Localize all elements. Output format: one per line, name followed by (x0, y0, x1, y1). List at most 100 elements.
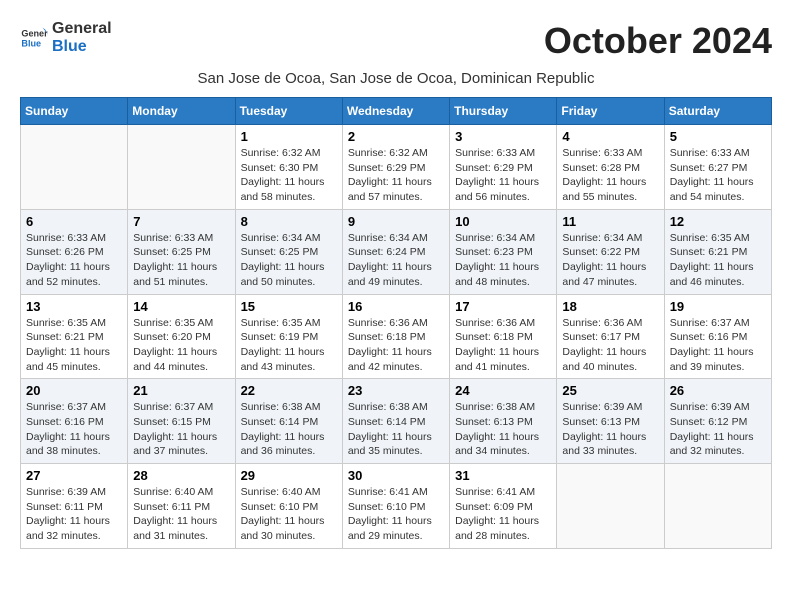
weekday-header: Tuesday (235, 98, 342, 125)
day-number: 29 (241, 468, 337, 483)
month-title: October 2024 (544, 20, 772, 62)
calendar-cell: 18 Sunrise: 6:36 AM Sunset: 6:17 PM Dayli… (557, 294, 664, 379)
cell-info: Sunrise: 6:41 AM Sunset: 6:10 PM Dayligh… (348, 485, 444, 544)
calendar-cell: 22 Sunrise: 6:38 AM Sunset: 6:14 PM Dayli… (235, 379, 342, 464)
day-number: 27 (26, 468, 122, 483)
calendar-cell: 30 Sunrise: 6:41 AM Sunset: 6:10 PM Dayli… (342, 464, 449, 549)
weekday-header: Thursday (450, 98, 557, 125)
calendar-cell: 7 Sunrise: 6:33 AM Sunset: 6:25 PM Daylig… (128, 209, 235, 294)
calendar-cell: 26 Sunrise: 6:39 AM Sunset: 6:12 PM Dayli… (664, 379, 771, 464)
cell-info: Sunrise: 6:39 AM Sunset: 6:11 PM Dayligh… (26, 485, 122, 544)
day-number: 18 (562, 299, 658, 314)
calendar-body: 1Sunrise: 6:32 AM Sunset: 6:30 PM Daylig… (21, 125, 772, 549)
day-number: 12 (670, 214, 766, 229)
weekday-header: Monday (128, 98, 235, 125)
day-number: 4 (562, 129, 658, 144)
calendar-cell: 19Sunrise: 6:37 AM Sunset: 6:16 PM Dayli… (664, 294, 771, 379)
svg-text:Blue: Blue (21, 38, 41, 48)
cell-info: Sunrise: 6:37 AM Sunset: 6:16 PM Dayligh… (26, 400, 122, 459)
calendar-cell: 11 Sunrise: 6:34 AM Sunset: 6:22 PM Dayli… (557, 209, 664, 294)
cell-info: Sunrise: 6:33 AM Sunset: 6:28 PM Dayligh… (562, 146, 658, 205)
calendar-week-row: 20 Sunrise: 6:37 AM Sunset: 6:16 PM Dayli… (21, 379, 772, 464)
calendar-cell: 12 Sunrise: 6:35 AM Sunset: 6:21 PM Dayli… (664, 209, 771, 294)
calendar-cell (557, 464, 664, 549)
weekday-header-row: SundayMondayTuesdayWednesdayThursdayFrid… (21, 98, 772, 125)
day-number: 6 (26, 214, 122, 229)
day-number: 22 (241, 383, 337, 398)
cell-info: Sunrise: 6:40 AM Sunset: 6:11 PM Dayligh… (133, 485, 229, 544)
cell-info: Sunrise: 6:34 AM Sunset: 6:22 PM Dayligh… (562, 231, 658, 290)
cell-info: Sunrise: 6:37 AM Sunset: 6:15 PM Dayligh… (133, 400, 229, 459)
cell-info: Sunrise: 6:36 AM Sunset: 6:17 PM Dayligh… (562, 316, 658, 375)
day-number: 16 (348, 299, 444, 314)
day-number: 11 (562, 214, 658, 229)
calendar-cell: 25Sunrise: 6:39 AM Sunset: 6:13 PM Dayli… (557, 379, 664, 464)
day-number: 9 (348, 214, 444, 229)
svg-text:General: General (21, 29, 48, 39)
day-number: 20 (26, 383, 122, 398)
calendar-week-row: 13Sunrise: 6:35 AM Sunset: 6:21 PM Dayli… (21, 294, 772, 379)
calendar-cell: 23Sunrise: 6:38 AM Sunset: 6:14 PM Dayli… (342, 379, 449, 464)
calendar-cell: 16Sunrise: 6:36 AM Sunset: 6:18 PM Dayli… (342, 294, 449, 379)
calendar-cell: 28Sunrise: 6:40 AM Sunset: 6:11 PM Dayli… (128, 464, 235, 549)
cell-info: Sunrise: 6:33 AM Sunset: 6:27 PM Dayligh… (670, 146, 766, 205)
cell-info: Sunrise: 6:34 AM Sunset: 6:24 PM Dayligh… (348, 231, 444, 290)
calendar-cell: 9 Sunrise: 6:34 AM Sunset: 6:24 PM Daylig… (342, 209, 449, 294)
calendar-week-row: 1Sunrise: 6:32 AM Sunset: 6:30 PM Daylig… (21, 125, 772, 210)
calendar-week-row: 27 Sunrise: 6:39 AM Sunset: 6:11 PM Dayli… (21, 464, 772, 549)
cell-info: Sunrise: 6:34 AM Sunset: 6:25 PM Dayligh… (241, 231, 337, 290)
calendar-cell: 5 Sunrise: 6:33 AM Sunset: 6:27 PM Daylig… (664, 125, 771, 210)
cell-info: Sunrise: 6:35 AM Sunset: 6:21 PM Dayligh… (670, 231, 766, 290)
day-number: 21 (133, 383, 229, 398)
day-number: 7 (133, 214, 229, 229)
day-number: 24 (455, 383, 551, 398)
day-number: 5 (670, 129, 766, 144)
day-number: 14 (133, 299, 229, 314)
calendar-cell: 31 Sunrise: 6:41 AM Sunset: 6:09 PM Dayli… (450, 464, 557, 549)
weekday-header: Sunday (21, 98, 128, 125)
logo-icon: General Blue (20, 24, 48, 52)
calendar-cell: 17Sunrise: 6:36 AM Sunset: 6:18 PM Dayli… (450, 294, 557, 379)
day-number: 15 (241, 299, 337, 314)
cell-info: Sunrise: 6:35 AM Sunset: 6:20 PM Dayligh… (133, 316, 229, 375)
page-header: General Blue General Blue October 2024 (20, 20, 772, 62)
day-number: 19 (670, 299, 766, 314)
cell-info: Sunrise: 6:38 AM Sunset: 6:13 PM Dayligh… (455, 400, 551, 459)
calendar-cell: 8 Sunrise: 6:34 AM Sunset: 6:25 PM Daylig… (235, 209, 342, 294)
day-number: 26 (670, 383, 766, 398)
cell-info: Sunrise: 6:32 AM Sunset: 6:29 PM Dayligh… (348, 146, 444, 205)
cell-info: Sunrise: 6:40 AM Sunset: 6:10 PM Dayligh… (241, 485, 337, 544)
weekday-header: Saturday (664, 98, 771, 125)
logo: General Blue General Blue (20, 20, 112, 56)
cell-info: Sunrise: 6:38 AM Sunset: 6:14 PM Dayligh… (241, 400, 337, 459)
day-number: 3 (455, 129, 551, 144)
calendar-cell: 24 Sunrise: 6:38 AM Sunset: 6:13 PM Dayli… (450, 379, 557, 464)
day-number: 8 (241, 214, 337, 229)
day-number: 31 (455, 468, 551, 483)
cell-info: Sunrise: 6:35 AM Sunset: 6:21 PM Dayligh… (26, 316, 122, 375)
calendar-cell: 27 Sunrise: 6:39 AM Sunset: 6:11 PM Dayli… (21, 464, 128, 549)
calendar-week-row: 6Sunrise: 6:33 AM Sunset: 6:26 PM Daylig… (21, 209, 772, 294)
calendar-cell: 2 Sunrise: 6:32 AM Sunset: 6:29 PM Daylig… (342, 125, 449, 210)
weekday-header: Wednesday (342, 98, 449, 125)
cell-info: Sunrise: 6:35 AM Sunset: 6:19 PM Dayligh… (241, 316, 337, 375)
calendar-table: SundayMondayTuesdayWednesdayThursdayFrid… (20, 97, 772, 549)
day-number: 23 (348, 383, 444, 398)
calendar-cell: 29 Sunrise: 6:40 AM Sunset: 6:10 PM Dayli… (235, 464, 342, 549)
day-number: 17 (455, 299, 551, 314)
calendar-header: SundayMondayTuesdayWednesdayThursdayFrid… (21, 98, 772, 125)
logo-line1: General (52, 20, 112, 38)
calendar-cell (128, 125, 235, 210)
calendar-cell: 14 Sunrise: 6:35 AM Sunset: 6:20 PM Dayli… (128, 294, 235, 379)
cell-info: Sunrise: 6:39 AM Sunset: 6:12 PM Dayligh… (670, 400, 766, 459)
cell-info: Sunrise: 6:32 AM Sunset: 6:30 PM Dayligh… (241, 146, 337, 205)
weekday-header: Friday (557, 98, 664, 125)
day-number: 30 (348, 468, 444, 483)
cell-info: Sunrise: 6:33 AM Sunset: 6:25 PM Dayligh… (133, 231, 229, 290)
calendar-cell (21, 125, 128, 210)
calendar-cell (664, 464, 771, 549)
day-number: 2 (348, 129, 444, 144)
calendar-cell: 4 Sunrise: 6:33 AM Sunset: 6:28 PM Daylig… (557, 125, 664, 210)
logo-line2: Blue (52, 38, 112, 56)
cell-info: Sunrise: 6:41 AM Sunset: 6:09 PM Dayligh… (455, 485, 551, 544)
